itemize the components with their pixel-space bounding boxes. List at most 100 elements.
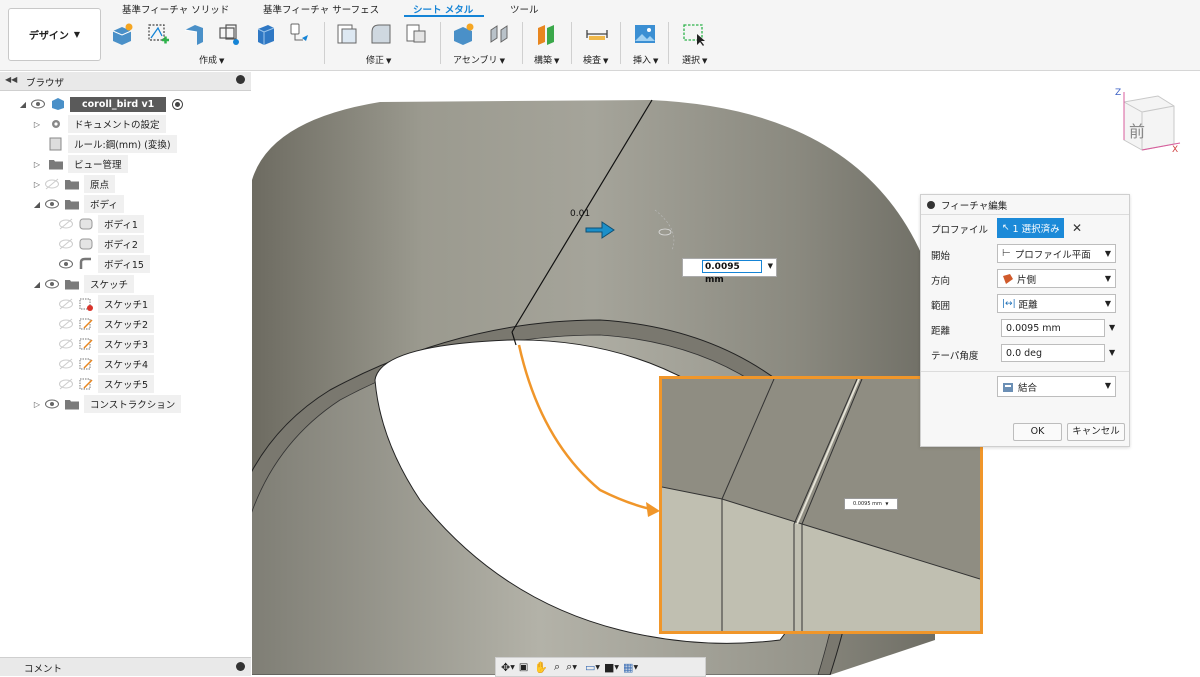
tree-item-sketch3[interactable]: スケッチ3 (58, 334, 155, 354)
bend-icon[interactable] (218, 22, 242, 46)
construct-group-label[interactable]: 構築 ▼ (534, 53, 559, 66)
tree-root[interactable]: ◢ coroll_bird v1 (16, 94, 184, 114)
new-component-icon[interactable] (110, 22, 134, 46)
tab-surface[interactable]: 基準フィーチャ サーフェス (263, 2, 379, 16)
expand-triangle-icon[interactable]: ▷ (30, 400, 44, 409)
tree-item-body15[interactable]: ボディ15 (58, 254, 150, 274)
visibility-hidden-icon[interactable] (58, 238, 74, 250)
joint-icon[interactable] (487, 22, 511, 46)
window-select-icon[interactable] (682, 22, 706, 46)
folder-icon (49, 160, 63, 170)
fillet-icon[interactable] (369, 22, 393, 46)
sketch-create-icon[interactable] (146, 22, 170, 46)
tree-item-sketches[interactable]: ◢ スケッチ (30, 274, 135, 294)
collapse-triangle-icon[interactable]: ◢ (30, 280, 44, 289)
collapse-dialog-icon[interactable] (927, 200, 935, 209)
distance-dimension-input[interactable]: 0.0095 mm ▼ (682, 258, 777, 285)
tree-item-sketch5[interactable]: スケッチ5 (58, 374, 155, 394)
visibility-hidden-icon[interactable] (58, 378, 74, 390)
visibility-hidden-icon[interactable] (58, 318, 74, 330)
tree-item-bodies[interactable]: ◢ ボディ (30, 194, 124, 214)
unfold-icon[interactable] (288, 22, 312, 46)
insert-image-icon[interactable] (633, 22, 657, 46)
tree-item-named-views[interactable]: ▷ ビュー管理 (30, 154, 128, 174)
select-group-label[interactable]: 選択 ▼ (682, 53, 707, 66)
start-dropdown[interactable]: ⊢ プロファイル平面 ▼ (997, 244, 1116, 263)
display-settings-icon[interactable]: ▭ (585, 661, 595, 674)
tree-item-sketch4[interactable]: スケッチ4 (58, 354, 155, 374)
visibility-eye-icon[interactable] (58, 258, 74, 270)
cancel-button[interactable]: キャンセル (1067, 423, 1125, 441)
offset-plane-icon[interactable] (535, 22, 559, 46)
workspace-dropdown[interactable]: デザイン ▼ (8, 8, 101, 61)
visibility-hidden-icon[interactable] (58, 358, 74, 370)
chevron-down-icon[interactable]: ▼ (572, 664, 577, 671)
tree-item-sketch1[interactable]: スケッチ1 (58, 294, 155, 314)
add-comment-icon[interactable] (236, 662, 245, 671)
chevron-down-icon[interactable]: ▼ (768, 262, 773, 270)
tree-item-body2[interactable]: ボディ2 (58, 234, 144, 254)
press-pull-icon[interactable] (335, 22, 359, 46)
distance-input[interactable]: 0.0095 mm (1001, 319, 1105, 337)
visibility-hidden-icon[interactable] (44, 178, 60, 190)
browser-pin-icon[interactable] (236, 75, 245, 84)
measure-icon[interactable] (585, 22, 609, 46)
grid-snap-icon[interactable]: ■ (604, 661, 614, 674)
expand-triangle-icon[interactable]: ▷ (30, 160, 44, 169)
visibility-eye-icon[interactable] (30, 98, 46, 110)
tree-item-document-settings[interactable]: ▷ ドキュメントの設定 (30, 114, 166, 134)
tree-item-construction[interactable]: ▷ コンストラクション (30, 394, 182, 414)
tab-solid[interactable]: 基準フィーチャ ソリッド (122, 2, 229, 16)
tab-tools[interactable]: ツール (510, 2, 539, 16)
extent-dropdown[interactable]: |↔| 距離 ▼ (997, 294, 1116, 313)
visibility-hidden-icon[interactable] (58, 298, 74, 310)
zoom-icon[interactable]: ⌕ (554, 660, 560, 674)
collapse-panel-icon[interactable]: ◀◀ (5, 75, 17, 84)
chevron-down-icon[interactable]: ▼ (595, 664, 600, 671)
chevron-down-icon[interactable]: ▼ (1109, 323, 1115, 332)
chevron-down-icon[interactable]: ▼ (510, 664, 515, 671)
tree-item-origin[interactable]: ▷ 原点 (30, 174, 116, 194)
pan-icon[interactable]: ✋ (534, 661, 548, 674)
create-group-label[interactable]: 作成 ▼ (199, 53, 224, 66)
collapse-triangle-icon[interactable]: ◢ (30, 200, 44, 209)
inspect-group-label[interactable]: 検査 ▼ (583, 53, 608, 66)
tree-item-sketch2[interactable]: スケッチ2 (58, 314, 155, 334)
tree-item-rules[interactable]: ルール:鋼(mm) (変換) (44, 134, 177, 154)
visibility-eye-icon[interactable] (44, 278, 60, 290)
viewports-icon[interactable]: ▦ (623, 661, 633, 674)
navigation-bar: ✥ ▼ ▣ ✋ ⌕ ⌕ ▼ ▭ ▼ ■ ▼ ▦ ▼ (495, 657, 706, 677)
tree-item-body1[interactable]: ボディ1 (58, 214, 144, 234)
chevron-down-icon[interactable]: ▼ (614, 664, 619, 671)
assemble-group-label[interactable]: アセンブリ ▼ (453, 53, 505, 66)
visibility-hidden-icon[interactable] (58, 218, 74, 230)
activate-radio-icon[interactable] (172, 98, 184, 110)
scale-icon[interactable] (404, 22, 428, 46)
flange-icon[interactable] (182, 22, 206, 46)
distance-value-field[interactable]: 0.0095 mm (702, 260, 762, 285)
taper-angle-input[interactable]: 0.0 deg (1001, 344, 1105, 362)
expand-triangle-icon[interactable]: ▷ (30, 120, 44, 129)
chevron-down-icon: ▼ (1104, 274, 1111, 283)
insert-group-label[interactable]: 挿入 ▼ (633, 53, 658, 66)
new-component-assemble-icon[interactable] (451, 22, 475, 46)
comment-bar[interactable]: コメント (0, 657, 251, 676)
ok-button[interactable]: OK (1013, 423, 1062, 441)
chevron-down-icon[interactable]: ▼ (1109, 348, 1115, 357)
direction-dropdown[interactable]: 片側 ▼ (997, 269, 1116, 288)
box-icon[interactable] (254, 22, 278, 46)
viewcube-front-face[interactable]: 前 (1129, 118, 1145, 142)
chevron-down-icon[interactable]: ▼ (633, 664, 638, 671)
tab-sheet-metal[interactable]: シート メタル (413, 2, 473, 16)
visibility-hidden-icon[interactable] (58, 338, 74, 350)
orbit-icon[interactable]: ✥ (501, 661, 510, 674)
visibility-eye-icon[interactable] (44, 398, 60, 410)
expand-triangle-icon[interactable]: ▷ (30, 180, 44, 189)
operation-dropdown[interactable]: 結合 ▼ (997, 376, 1116, 397)
modify-group-label[interactable]: 修正 ▼ (366, 53, 391, 66)
visibility-eye-icon[interactable] (44, 198, 60, 210)
look-at-icon[interactable]: ▣ (519, 662, 528, 673)
expand-triangle-icon[interactable]: ◢ (16, 100, 30, 109)
clear-selection-icon[interactable]: ✕ (1072, 221, 1082, 235)
profile-selection-button[interactable]: ↖ 1 選択済み (997, 218, 1064, 238)
